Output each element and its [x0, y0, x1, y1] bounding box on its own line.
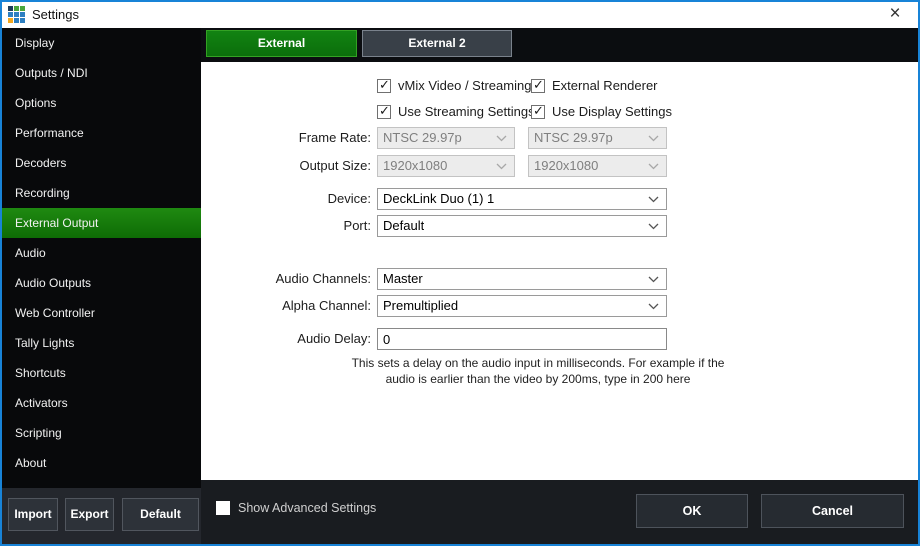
port-label: Port: [201, 215, 371, 237]
chevron-down-icon [648, 196, 659, 203]
sidebar-item-tally-lights[interactable]: Tally Lights [2, 328, 201, 358]
sidebar-item-external-output[interactable]: External Output [2, 208, 201, 238]
chevron-down-icon [496, 135, 507, 142]
checkbox-unchecked-icon[interactable] [216, 501, 230, 515]
sidebar-item-performance[interactable]: Performance [2, 118, 201, 148]
cancel-button[interactable]: Cancel [761, 494, 904, 528]
output-size-select-1: 1920x1080 [377, 155, 515, 177]
alpha-channel-label: Alpha Channel: [201, 295, 371, 317]
frame-rate-select-1: NTSC 29.97p [377, 127, 515, 149]
chevron-down-icon [648, 135, 659, 142]
sidebar-item-shortcuts[interactable]: Shortcuts [2, 358, 201, 388]
checkbox-label: Use Streaming Settings [398, 104, 535, 119]
sidebar-item-about[interactable]: About [2, 448, 201, 478]
sidebar-item-recording[interactable]: Recording [2, 178, 201, 208]
sidebar-item-scripting[interactable]: Scripting [2, 418, 201, 448]
checkbox-label: External Renderer [552, 78, 658, 93]
checkbox-checked-icon[interactable] [531, 79, 545, 93]
close-icon[interactable]: × [880, 2, 910, 28]
device-value: DeckLink Duo (1) 1 [383, 189, 494, 209]
checkbox-external-renderer[interactable]: External Renderer [531, 78, 658, 93]
checkbox-use-display-settings[interactable]: Use Display Settings [531, 104, 672, 119]
checkbox-label: vMix Video / Streaming [398, 78, 531, 93]
chevron-down-icon [648, 163, 659, 170]
sidebar-footer: Import Export Default [2, 488, 201, 544]
sidebar-item-web-controller[interactable]: Web Controller [2, 298, 201, 328]
port-value: Default [383, 216, 424, 236]
output-size-value-1: 1920x1080 [383, 156, 447, 176]
show-advanced-settings-checkbox[interactable]: Show Advanced Settings [216, 501, 376, 515]
ok-button[interactable]: OK [636, 494, 748, 528]
tab-external[interactable]: External [206, 30, 357, 57]
tab-external-2[interactable]: External 2 [362, 30, 512, 57]
chevron-down-icon [648, 276, 659, 283]
checkbox-use-streaming-settings[interactable]: Use Streaming Settings [377, 104, 535, 119]
frame-rate-select-2: NTSC 29.97p [528, 127, 667, 149]
sidebar-item-options[interactable]: Options [2, 88, 201, 118]
tabstrip: External External 2 [201, 28, 918, 62]
external-output-panel: vMix Video / Streaming External Renderer… [201, 62, 918, 480]
device-select[interactable]: DeckLink Duo (1) 1 [377, 188, 667, 210]
checkbox-label: Use Display Settings [552, 104, 672, 119]
alpha-channel-value: Premultiplied [383, 296, 458, 316]
output-size-label: Output Size: [201, 155, 371, 177]
audio-channels-select[interactable]: Master [377, 268, 667, 290]
sidebar: Display Outputs / NDI Options Performanc… [2, 28, 201, 488]
audio-delay-help-text: This sets a delay on the audio input in … [343, 356, 733, 387]
output-size-value-2: 1920x1080 [534, 156, 598, 176]
port-select[interactable]: Default [377, 215, 667, 237]
audio-delay-input[interactable] [377, 328, 667, 350]
chevron-down-icon [496, 163, 507, 170]
sidebar-item-display[interactable]: Display [2, 28, 201, 58]
settings-window: Settings × Display Outputs / NDI Options… [0, 0, 920, 546]
frame-rate-label: Frame Rate: [201, 127, 371, 149]
checkbox-checked-icon[interactable] [531, 105, 545, 119]
checkbox-checked-icon[interactable] [377, 105, 391, 119]
sidebar-item-decoders[interactable]: Decoders [2, 148, 201, 178]
alpha-channel-select[interactable]: Premultiplied [377, 295, 667, 317]
output-size-select-2: 1920x1080 [528, 155, 667, 177]
audio-channels-label: Audio Channels: [201, 268, 371, 290]
titlebar: Settings × [2, 2, 918, 28]
sidebar-item-activators[interactable]: Activators [2, 388, 201, 418]
audio-channels-value: Master [383, 269, 423, 289]
main-area: External External 2 vMix Video / Streami… [201, 28, 918, 544]
checkbox-checked-icon[interactable] [377, 79, 391, 93]
export-button[interactable]: Export [65, 498, 114, 531]
frame-rate-value-2: NTSC 29.97p [534, 128, 613, 148]
checkbox-vmix-video-streaming[interactable]: vMix Video / Streaming [377, 78, 531, 93]
audio-delay-label: Audio Delay: [201, 328, 371, 350]
device-label: Device: [201, 188, 371, 210]
show-advanced-settings-label: Show Advanced Settings [238, 501, 376, 515]
sidebar-item-outputs-ndi[interactable]: Outputs / NDI [2, 58, 201, 88]
chevron-down-icon [648, 303, 659, 310]
sidebar-item-audio[interactable]: Audio [2, 238, 201, 268]
chevron-down-icon [648, 223, 659, 230]
import-button[interactable]: Import [8, 498, 58, 531]
frame-rate-value-1: NTSC 29.97p [383, 128, 462, 148]
default-button[interactable]: Default [122, 498, 199, 531]
window-title: Settings [32, 2, 79, 28]
sidebar-item-audio-outputs[interactable]: Audio Outputs [2, 268, 201, 298]
footer-bar: Show Advanced Settings OK Cancel [201, 480, 918, 544]
vmix-logo [8, 6, 25, 23]
